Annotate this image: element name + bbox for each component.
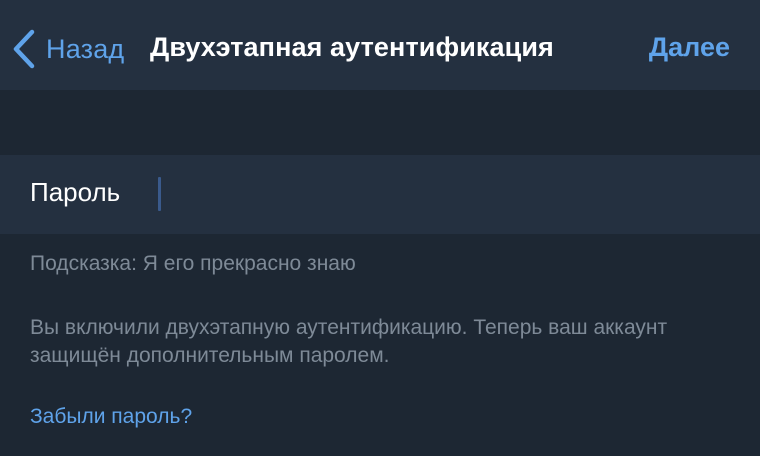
page-title: Двухэтапная аутентификация — [150, 32, 554, 62]
chevron-left-icon — [12, 29, 36, 69]
password-label: Пароль — [30, 177, 121, 207]
text-cursor — [158, 177, 161, 211]
back-button-label: Назад — [46, 33, 125, 64]
password-hint: Подсказка: Я его прекрасно знаю — [30, 252, 356, 275]
navigation-bar: Назад Двухэтапная аутентификация Далее — [0, 0, 760, 90]
next-button[interactable]: Далее — [649, 32, 730, 63]
password-input[interactable] — [156, 167, 736, 222]
info-text: Вы включили двухэтапную аутентификацию. … — [30, 316, 668, 367]
two-step-auth-screen: Назад Двухэтапная аутентификация Далее П… — [0, 0, 760, 456]
back-button[interactable]: Назад — [12, 28, 124, 70]
forgot-password-link[interactable]: Забыли пароль? — [30, 405, 192, 429]
password-field-row: Пароль — [0, 155, 760, 234]
